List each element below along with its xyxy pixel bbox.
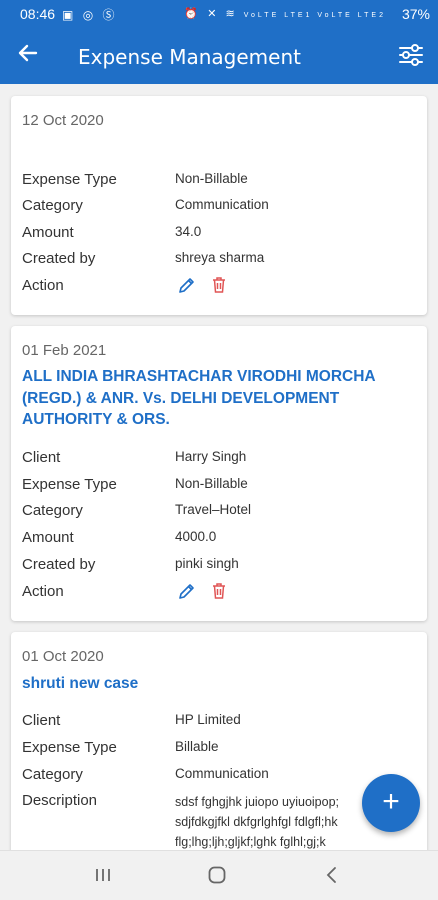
case-title-link[interactable]: shruti new case (22, 673, 417, 695)
alarm-icon: ⏰ (184, 8, 202, 20)
category-value: Travel–Hotel (175, 502, 252, 517)
client-value: HP Limited (175, 712, 241, 727)
category-row: Category Travel–Hotel (22, 502, 417, 524)
expense-card[interactable]: 12 Oct 2020 Expense Type Non-Billable Ca… (11, 96, 427, 315)
category-label: Category (22, 197, 83, 214)
created-by-row: Created by shreya sharma (22, 250, 417, 272)
client-label: Client (22, 449, 61, 466)
wifi-icon: ≋ (225, 8, 238, 20)
whatsapp-icon: ◎ (82, 8, 97, 22)
battery-level: 37% (401, 6, 430, 22)
system-nav-bar (0, 850, 438, 900)
category-value: Communication (175, 766, 269, 781)
expense-type-value: Billable (175, 739, 219, 754)
delete-trash-icon[interactable] (209, 275, 229, 295)
expense-card[interactable]: 01 Feb 2021 ALL INDIA BHRASHTACHAR VIROD… (11, 326, 427, 621)
status-time: 08:46 (20, 6, 56, 22)
home-icon[interactable] (207, 865, 227, 890)
amount-value: 34.0 (175, 224, 202, 239)
expense-list[interactable]: 12 Oct 2020 Expense Type Non-Billable Ca… (0, 84, 438, 850)
client-row: Client HP Limited (22, 712, 417, 734)
amount-row: Amount 4000.0 (22, 529, 417, 551)
expense-date: 01 Feb 2021 (22, 342, 107, 359)
back-icon[interactable] (322, 865, 342, 890)
description-line: flg;lhg;ljh;gljkf;lghk fglhl;gj;k (175, 835, 326, 849)
expense-card[interactable]: 01 Oct 2020 shruti new case Client HP Li… (11, 632, 427, 850)
amount-label: Amount (22, 224, 74, 241)
arrow-back-icon[interactable] (16, 42, 38, 70)
add-icon: + (382, 785, 400, 818)
created-by-label: Created by (22, 250, 96, 267)
amount-label: Amount (22, 529, 74, 546)
notification-icons: ▣ ◎ Ⓢ (62, 6, 118, 23)
created-by-value: pinki singh (175, 556, 239, 571)
filter-sliders-icon[interactable] (398, 43, 424, 72)
add-expense-button[interactable]: + (362, 774, 420, 832)
created-by-label: Created by (22, 556, 96, 573)
action-label: Action (22, 277, 64, 294)
mute-icon: ✕ (207, 8, 220, 20)
edit-pencil-icon[interactable] (177, 275, 197, 295)
client-row: Client Harry Singh (22, 449, 417, 471)
created-by-row: Created by pinki singh (22, 556, 417, 578)
expense-type-value: Non-Billable (175, 476, 248, 491)
expense-type-row: Expense Type Non-Billable (22, 171, 417, 193)
category-label: Category (22, 766, 83, 783)
skype-icon: Ⓢ (102, 8, 118, 22)
gallery-icon: ▣ (62, 8, 77, 22)
action-row: Action (22, 583, 417, 605)
expense-type-row: Expense Type Non-Billable (22, 476, 417, 498)
category-row: Category Communication (22, 766, 417, 788)
delete-trash-icon[interactable] (209, 581, 229, 601)
expense-type-label: Expense Type (22, 739, 117, 756)
expense-date: 01 Oct 2020 (22, 648, 104, 665)
signal-icons: VoLTE LTE1 VoLTE LTE2 (243, 12, 386, 19)
action-row: Action (22, 277, 417, 299)
client-value: Harry Singh (175, 449, 247, 464)
expense-type-label: Expense Type (22, 476, 117, 493)
recents-icon[interactable] (93, 865, 113, 890)
app-bar: Expense Management (0, 28, 438, 84)
category-value: Communication (175, 197, 269, 212)
description-label: Description (22, 792, 98, 809)
amount-row: Amount 34.0 (22, 224, 417, 246)
case-title-link[interactable]: ALL INDIA BHRASHTACHAR VIRODHI MORCHA (R… (22, 366, 417, 431)
created-by-value: shreya sharma (175, 250, 265, 265)
status-bar: 08:46 ▣ ◎ Ⓢ ⏰ ✕ ≋ VoLTE LTE1 VoLTE LTE2 … (0, 0, 438, 28)
page-title: Expense Management (78, 45, 301, 69)
action-label: Action (22, 583, 64, 600)
amount-value: 4000.0 (175, 529, 217, 544)
system-icons: ⏰ ✕ ≋ VoLTE LTE1 VoLTE LTE2 (184, 7, 386, 20)
category-row: Category Communication (22, 197, 417, 219)
edit-pencil-icon[interactable] (177, 581, 197, 601)
expense-type-row: Expense Type Billable (22, 739, 417, 761)
expense-date: 12 Oct 2020 (22, 112, 104, 129)
expense-type-label: Expense Type (22, 171, 117, 188)
expense-type-value: Non-Billable (175, 171, 248, 186)
category-label: Category (22, 502, 83, 519)
client-label: Client (22, 712, 61, 729)
